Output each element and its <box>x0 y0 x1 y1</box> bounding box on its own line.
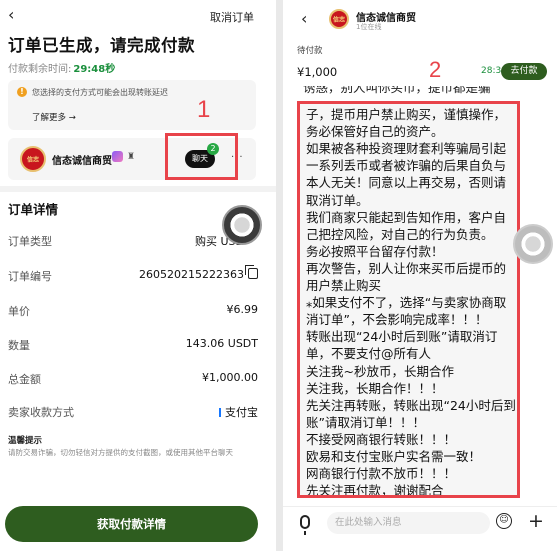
detail-row-unit-price: 单价 ¥6.99 <box>8 303 258 323</box>
alipay-icon <box>219 408 221 417</box>
add-attachment-icon[interactable]: + <box>528 511 544 531</box>
message-line: 再次警告，别人让你来买币后提币的 <box>306 260 507 276</box>
back-icon[interactable]: ‹ <box>301 9 307 28</box>
detail-label: 数量 <box>8 339 30 352</box>
detail-value: ¥6.99 <box>226 303 259 316</box>
tips-text: 请防交易诈骗，切勿轻信对方提供的支付截图，或使用其他平台聊天 <box>8 448 233 457</box>
message-line: 务必保管好自己的资产。 <box>306 124 444 140</box>
message-line: 单，不要支付@所有人 <box>306 346 432 362</box>
cancel-order-button[interactable]: 取消订单 <box>210 9 254 25</box>
message-line: 一系列丢币或者被诈骗的后果自负与 <box>306 158 507 174</box>
detail-row-total: 总金额 ¥1,000.00 <box>8 371 258 391</box>
message-line: 务必按照平台留存付款！ <box>306 243 444 259</box>
warning-icon: ! <box>17 87 27 97</box>
message-input[interactable]: 在此处输入消息 <box>327 512 490 534</box>
timer-label: 付款剩余时间: <box>8 64 72 75</box>
emoji-icon[interactable]: ☺ <box>496 513 512 529</box>
order-panel: ‹ 取消订单 订单已生成，请完成付款 付款剩余时间: 29:48秒 ! 您选择的支… <box>0 0 276 551</box>
annotation-box-1 <box>165 133 238 180</box>
message-line: 先关注再转账，转账出现“24小时后到 <box>306 397 516 413</box>
learn-more-link[interactable]: 了解更多 → <box>32 111 76 123</box>
payment-notice: ! 您选择的支付方式可能会出现转账延迟 了解更多 → <box>8 80 256 130</box>
order-amount: ¥1,000 <box>297 65 338 79</box>
merchant-name: 信态诚信商贸 <box>52 156 112 167</box>
back-icon[interactable]: ‹ <box>8 6 26 24</box>
message-line: 不接受网商银行转账！！！ <box>306 431 457 447</box>
detail-value-wrapper: 260520215222363 <box>139 265 258 281</box>
message-line: 消订单”，不会影响完成率！！！ <box>306 312 488 328</box>
order-details-title: 订单详情 <box>8 202 59 217</box>
message-line: 己把控风险，对自己的行为负责。 <box>306 226 494 242</box>
merchant-level-icon: ♜ <box>127 152 136 162</box>
message-line: 取消订单。 <box>306 192 369 208</box>
seller-message-bubble: 子，提币用户禁止购买，谨慎操作， 务必保管好自己的资产。 如果被各种投资理财套利等骗… <box>297 101 520 498</box>
detail-row-order-type: 订单类型 购买 USD <box>8 233 258 253</box>
detail-row-order-number: 订单编号 260520215222363 <box>8 265 258 288</box>
detail-value: 支付宝 <box>225 406 258 419</box>
microphone-icon[interactable] <box>300 515 310 535</box>
detail-row-payment-method: 卖家收款方式 支付宝 <box>8 404 258 424</box>
merchant-avatar: 信志 <box>20 146 46 172</box>
annotation-label-2: 2 <box>429 57 442 82</box>
message-line: 用户禁止购买 <box>306 278 382 293</box>
message-line: 我们商家只能起到告知作用，客户自 <box>306 209 507 225</box>
message-line: 转账出现“24小时后到账”请取消订 <box>306 329 498 345</box>
detail-label: 订单类型 <box>8 235 52 248</box>
order-status: 待付款 <box>297 46 323 56</box>
payment-timer: 付款剩余时间: 29:48秒 <box>8 60 115 75</box>
merchant-status: 1位在线 <box>356 23 382 31</box>
detail-label: 卖家收款方式 <box>8 406 74 419</box>
floating-assistive-ball-icon[interactable] <box>513 224 553 264</box>
merchant-avatar: 信志 <box>329 9 349 29</box>
go-pay-button[interactable]: 去付款 <box>501 63 547 80</box>
message-partial-line: 诱惑，别人叫你买币，提币都是骗 <box>303 86 491 95</box>
message-line: 账”请取消订单！！！ <box>306 414 425 430</box>
get-payment-details-button[interactable]: 获取付款详情 <box>5 506 258 542</box>
section-divider <box>0 186 276 192</box>
detail-value: ¥1,000.00 <box>202 371 258 384</box>
detail-value-wrapper: 支付宝 <box>219 404 258 420</box>
message-line: 网商银行付款不放币！！！ <box>306 466 457 482</box>
message-line: 先关注再付款，谢谢配合 <box>306 483 444 498</box>
tips-title: 温馨提示 <box>8 436 43 446</box>
notice-text: 您选择的支付方式可能会出现转账延迟 <box>32 88 168 97</box>
message-line: 如果被各种投资理财套利等骗局引起 <box>306 141 507 157</box>
message-line: 关注我，长期合作！！！ <box>306 380 444 396</box>
page-title: 订单已生成，请完成付款 <box>8 36 195 55</box>
message-line: 本人无关！同意以上再交易，否则请 <box>306 175 507 191</box>
timer-value: 29:48秒 <box>73 64 116 75</box>
message-line: 关注我~秒放币，长期合作 <box>306 363 454 379</box>
screenshot-divider <box>276 0 283 551</box>
verified-badge-icon <box>112 151 123 162</box>
copy-icon[interactable] <box>245 265 258 279</box>
detail-row-quantity: 数量 143.06 USDT <box>8 337 258 357</box>
detail-value: 143.06 USDT <box>185 337 258 350</box>
detail-label: 总金额 <box>8 373 41 386</box>
detail-label: 订单编号 <box>8 270 52 283</box>
message-line: 子，提币用户禁止购买，谨慎操作， <box>306 107 507 122</box>
message-line: 欧易和支付宝账户实名需一致！ <box>306 449 482 464</box>
chat-panel: ‹ 信志 信态诚信商贸 1位在线 待付款 ¥1,000 2 28:39 去付款 … <box>283 0 557 551</box>
annotation-label-1: 1 <box>197 96 211 123</box>
detail-label: 单价 <box>8 305 30 318</box>
detail-value: 260520215222363 <box>139 268 244 281</box>
message-line: ⁎如果支付不了，选择“与卖家协商取 <box>306 295 507 311</box>
floating-assistive-ball-icon[interactable] <box>222 205 262 245</box>
